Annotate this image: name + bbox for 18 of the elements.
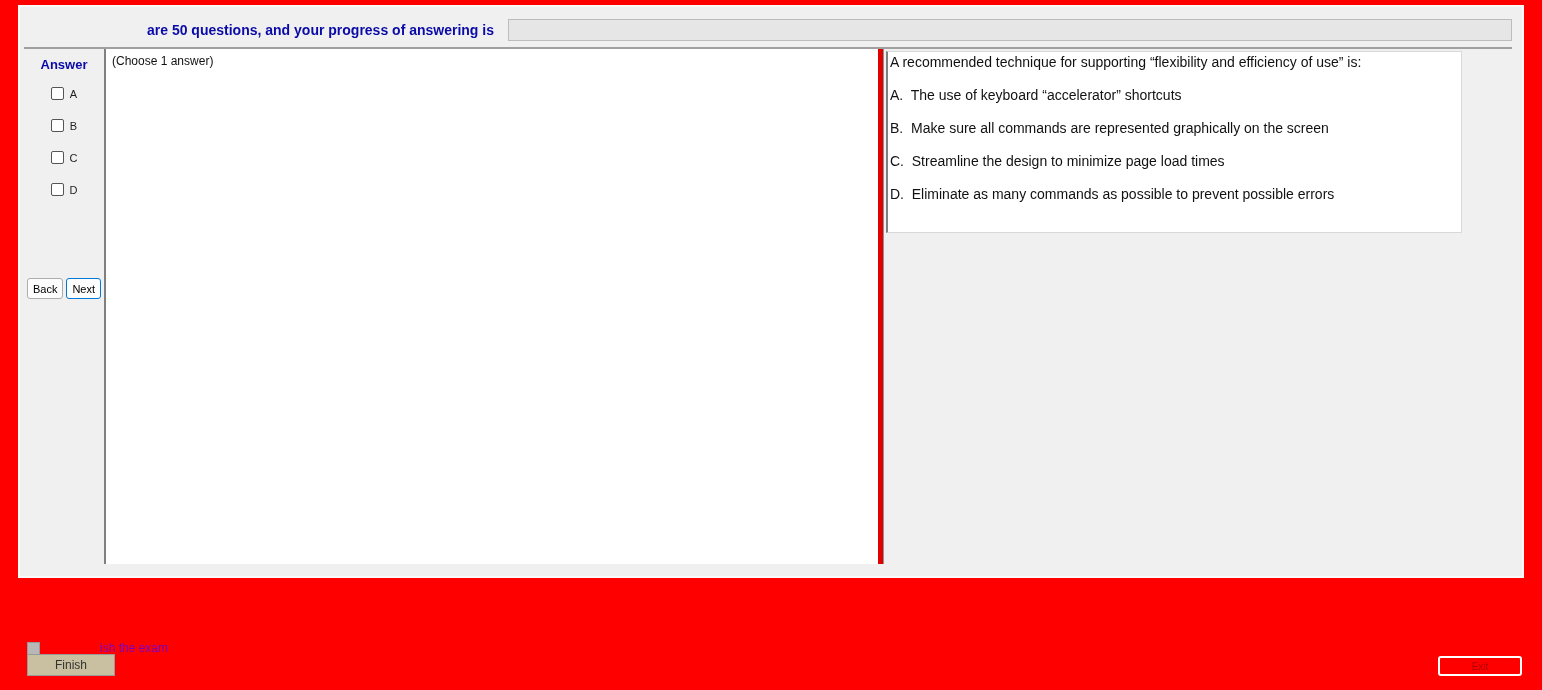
choice-text: D. Eliminate as many commands as possible to prevent possible errors [890,186,1336,202]
progress-label: are 50 questions, and your progress of answering is [147,22,494,38]
answer-checkbox[interactable]: B [50,115,78,136]
answer-checkbox[interactable]: A [50,83,78,104]
choice-text: B. Make sure all commands are represented graphically on the screen [890,120,1330,136]
answer-checkbox[interactable]: C [50,147,78,168]
answer-checkbox[interactable]: D [50,179,78,200]
finish-button[interactable]: Finish [27,654,115,676]
question-stem: A recommended technique for supporting “flexibility and efficiency of use” is: [890,54,1363,70]
answer-hint: (Choose 1 answer) [112,54,214,68]
answer-heading: Answer [40,57,88,72]
choice-text: A. The use of keyboard “accelerator” shortcuts [890,87,1183,103]
choice-text: C. Streamline the design to minimize page load times [890,153,1226,169]
answer-area[interactable]: (Choose 1 answer) [104,49,878,564]
finish-label: ish the exam [100,641,169,655]
finish-checkbox[interactable] [27,641,40,655]
nav-button[interactable]: Back [26,278,64,299]
nav-button[interactable]: Next [66,278,102,299]
